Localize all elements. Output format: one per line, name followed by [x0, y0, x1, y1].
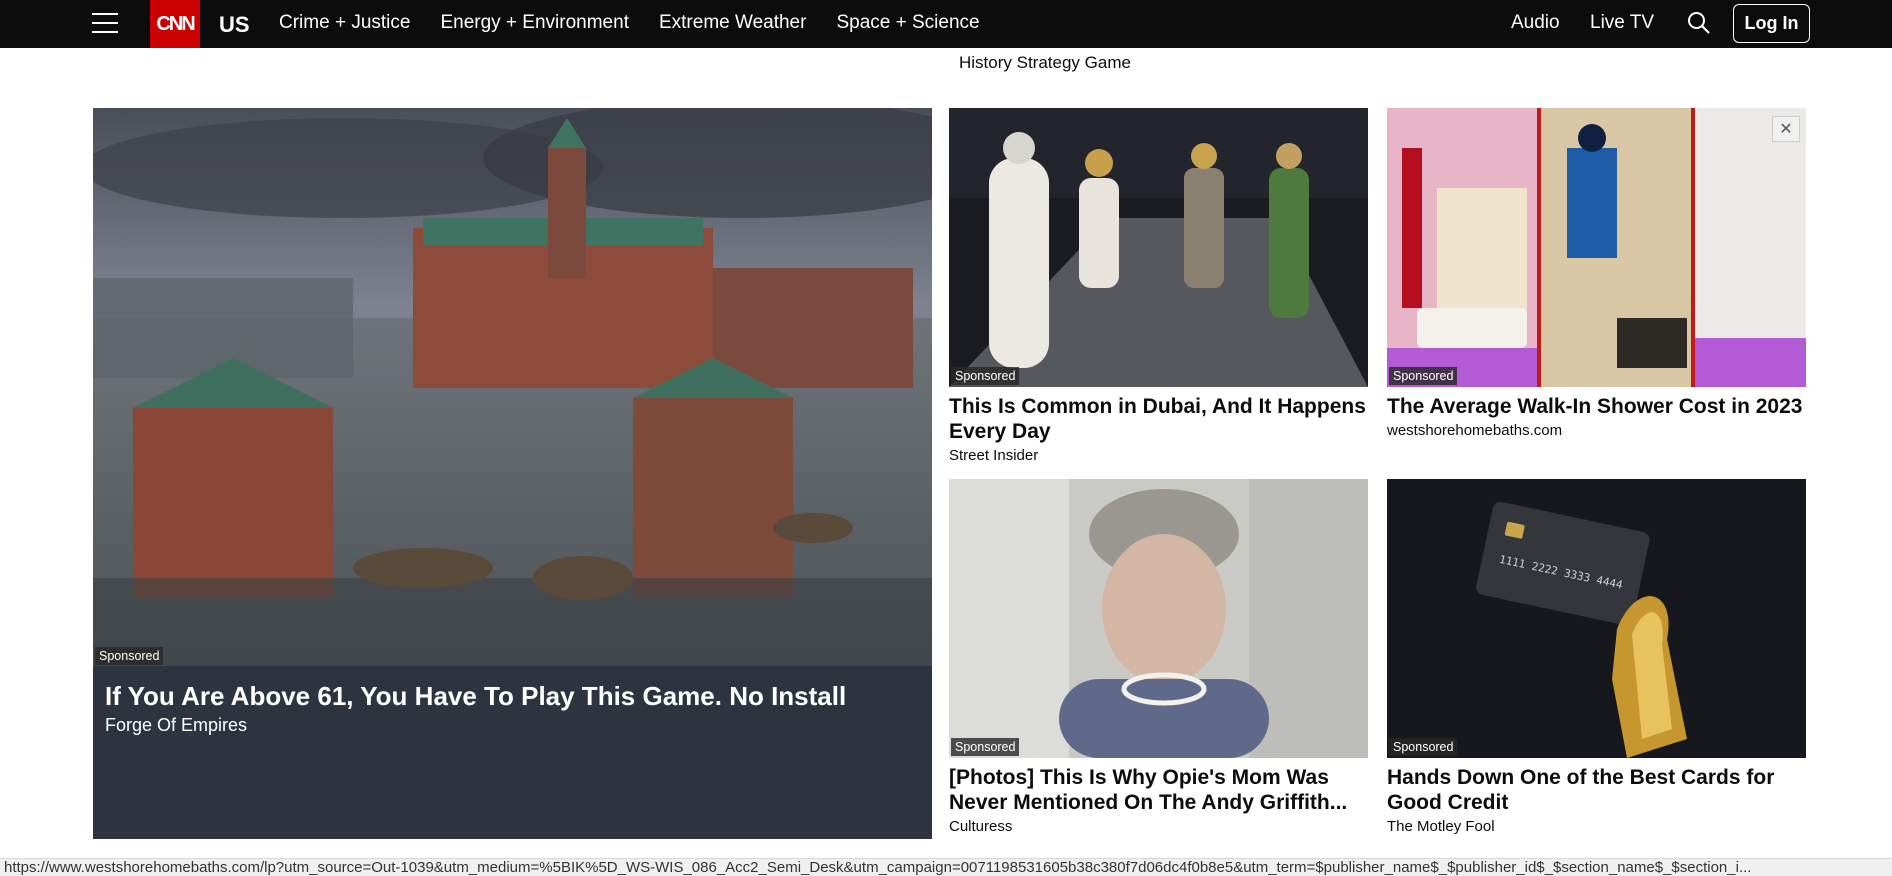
previous-ad-caption[interactable]: History Strategy Game [959, 53, 1131, 73]
ad-image-portrait-woman[interactable] [949, 479, 1368, 758]
sponsored-badge: Sponsored [951, 738, 1020, 756]
sponsored-badge: Sponsored [1389, 738, 1458, 756]
live-tv-link[interactable]: Live TV [1590, 12, 1654, 34]
sponsored-badge: Sponsored [951, 367, 1020, 385]
sponsored-card-dubai[interactable]: Sponsored This Is Common in Dubai, And I… [949, 108, 1368, 468]
ad-title[interactable]: The Average Walk-In Shower Cost in 2023 [1387, 394, 1806, 419]
search-icon[interactable] [1686, 10, 1712, 36]
cnn-logo[interactable]: CNN [150, 0, 200, 48]
ad-image-dubai-street[interactable] [949, 108, 1368, 387]
hamburger-menu-icon[interactable] [92, 10, 118, 36]
ad-source[interactable]: Forge Of Empires [105, 715, 247, 736]
ad-source[interactable]: Street Insider [949, 447, 1038, 464]
edition-label[interactable]: US [219, 12, 250, 38]
ad-source[interactable]: The Motley Fool [1387, 818, 1495, 835]
close-icon[interactable]: ✕ [1772, 116, 1800, 142]
ad-source[interactable]: westshorehomebaths.com [1387, 422, 1562, 439]
sponsored-card-large[interactable]: Sponsored If You Are Above 61, You Have … [93, 108, 932, 839]
nav-link-energy-environment[interactable]: Energy + Environment [440, 12, 629, 34]
sponsored-badge: Sponsored [95, 647, 164, 665]
ad-image-shower-renovation[interactable] [1387, 108, 1806, 387]
audio-link[interactable]: Audio [1511, 12, 1560, 34]
nav-link-extreme-weather[interactable]: Extreme Weather [659, 12, 806, 34]
ad-source[interactable]: Culturess [949, 818, 1012, 835]
section-nav: Crime + Justice Energy + Environment Ext… [279, 12, 1010, 34]
nav-link-space-science[interactable]: Space + Science [836, 12, 979, 34]
top-navigation-bar: CNN US Crime + Justice Energy + Environm… [0, 0, 1892, 48]
nav-link-crime-justice[interactable]: Crime + Justice [279, 12, 410, 34]
status-bar-url: https://www.westshorehomebaths.com/lp?ut… [0, 858, 1892, 876]
sponsored-badge: Sponsored [1389, 367, 1458, 385]
login-button[interactable]: Log In [1733, 4, 1810, 43]
ad-title[interactable]: This Is Common in Dubai, And It Happens … [949, 394, 1368, 444]
sponsored-card-opie[interactable]: Sponsored [Photos] This Is Why Opie's Mo… [949, 479, 1368, 839]
sponsored-card-credit[interactable]: 1111 2222 3333 4444 Sponsored Hands Down… [1387, 479, 1806, 839]
sponsored-card-shower[interactable]: Sponsored The Average Walk-In Shower Cos… [1387, 108, 1806, 448]
ad-title[interactable]: Hands Down One of the Best Cards for Goo… [1387, 765, 1806, 815]
ad-image-credit-card-hand[interactable]: 1111 2222 3333 4444 [1387, 479, 1806, 758]
ad-title[interactable]: If You Are Above 61, You Have To Play Th… [105, 681, 920, 711]
ad-image-city-harbor[interactable] [93, 108, 932, 666]
ad-title[interactable]: [Photos] This Is Why Opie's Mom Was Neve… [949, 765, 1368, 815]
